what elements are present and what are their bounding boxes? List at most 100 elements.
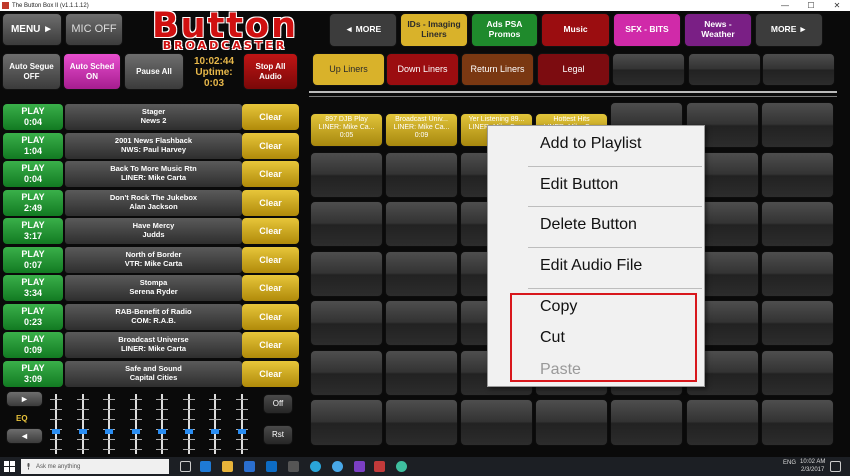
play-button[interactable]: PLAY 3:09 xyxy=(3,360,63,387)
empty-audio-button[interactable] xyxy=(535,399,608,446)
mic-off-button[interactable]: MIC OFF xyxy=(65,13,123,46)
clear-button[interactable]: Clear xyxy=(242,161,299,187)
auto-sched-button[interactable]: Auto Sched ON xyxy=(63,53,121,90)
taskbar-search-box[interactable]: Ask me anything xyxy=(21,459,169,474)
clear-button[interactable]: Clear xyxy=(242,218,299,244)
minimize-button[interactable]: — xyxy=(776,0,794,11)
empty-subcategory-tab[interactable] xyxy=(688,53,761,86)
close-button[interactable]: ✕ xyxy=(828,0,846,11)
slider-knob[interactable] xyxy=(131,429,140,434)
empty-audio-button[interactable] xyxy=(310,350,383,396)
eq-reset-button[interactable]: Rst xyxy=(263,425,293,445)
windows-start-icon[interactable] xyxy=(4,461,15,472)
eq-slider[interactable] xyxy=(128,394,144,454)
slider-knob[interactable] xyxy=(158,429,166,434)
play-button[interactable]: PLAY 2:49 xyxy=(3,189,63,216)
settings-icon[interactable] xyxy=(288,461,299,472)
eq-slider[interactable] xyxy=(207,394,223,454)
category-tab[interactable]: SFX - BITS xyxy=(613,13,681,47)
empty-audio-button[interactable] xyxy=(310,300,383,346)
store-icon[interactable] xyxy=(244,461,255,472)
category-tab[interactable]: IDs - Imaging Liners xyxy=(400,13,468,47)
clear-button[interactable]: Clear xyxy=(242,275,299,301)
clear-button[interactable]: Clear xyxy=(242,360,299,387)
empty-audio-button[interactable] xyxy=(686,399,759,446)
system-clock[interactable]: 10:02 AM 2/3/2017 xyxy=(800,458,825,474)
app-icon-round[interactable] xyxy=(332,461,343,472)
app-icon-purple[interactable] xyxy=(354,461,365,472)
track-info[interactable]: Back To More Music Rtn LINER: Mike Carta xyxy=(65,161,242,187)
track-info[interactable]: Stompa Serena Ryder xyxy=(65,275,242,301)
track-info[interactable]: Don't Rock The Jukebox Alan Jackson xyxy=(65,189,242,216)
eq-slider[interactable] xyxy=(75,394,91,454)
empty-audio-button[interactable] xyxy=(385,399,458,446)
play-button[interactable]: PLAY 3:34 xyxy=(3,275,63,301)
pause-all-button[interactable]: Pause All xyxy=(124,53,184,90)
eq-slider[interactable] xyxy=(234,394,250,454)
menu-item-add-to-playlist[interactable]: Add to Playlist xyxy=(540,135,641,153)
empty-audio-button[interactable] xyxy=(310,152,383,198)
notifications-icon[interactable] xyxy=(830,461,841,472)
empty-audio-button[interactable] xyxy=(761,201,834,247)
app-icon-teal[interactable] xyxy=(396,461,407,472)
empty-audio-button[interactable] xyxy=(761,350,834,396)
empty-audio-button[interactable] xyxy=(761,102,834,148)
track-info[interactable]: Broadcast Universe LINER: Mike Carta xyxy=(65,332,242,358)
slider-knob[interactable] xyxy=(52,429,60,434)
clear-button[interactable]: Clear xyxy=(242,189,299,216)
eq-off-button[interactable]: Off xyxy=(263,394,293,414)
eq-slider[interactable] xyxy=(48,394,64,454)
subcategory-tab[interactable]: Down Liners xyxy=(386,53,459,86)
play-button[interactable]: PLAY 3:17 xyxy=(3,218,63,244)
track-info[interactable]: Stager News 2 xyxy=(65,104,242,130)
task-view-icon[interactable] xyxy=(180,461,191,472)
clear-button[interactable]: Clear xyxy=(242,303,299,330)
app-icon-blue[interactable] xyxy=(310,461,321,472)
empty-audio-button[interactable] xyxy=(310,201,383,247)
clear-button[interactable]: Clear xyxy=(242,332,299,358)
outlook-icon[interactable] xyxy=(266,461,277,472)
play-button[interactable]: PLAY 0:23 xyxy=(3,303,63,330)
play-button[interactable]: PLAY 0:09 xyxy=(3,332,63,358)
eq-slider[interactable] xyxy=(101,394,117,454)
clear-button[interactable]: Clear xyxy=(242,246,299,273)
play-button[interactable]: PLAY 0:04 xyxy=(3,161,63,187)
track-info[interactable]: North of Border VTR: Mike Carta xyxy=(65,246,242,273)
audio-button[interactable]: Broadcast Univ... LINER: Mike Ca... 0:09 xyxy=(385,113,458,147)
slider-knob[interactable] xyxy=(184,429,193,434)
clear-button[interactable]: Clear xyxy=(242,104,299,130)
menu-button[interactable]: MENU ► xyxy=(2,13,62,46)
subcategory-tab[interactable]: Return Liners xyxy=(461,53,534,86)
slider-knob[interactable] xyxy=(105,429,113,434)
track-info[interactable]: Safe and Sound Capital Cities xyxy=(65,360,242,387)
eq-next-button[interactable]: ► xyxy=(6,391,43,407)
empty-audio-button[interactable] xyxy=(310,251,383,297)
empty-audio-button[interactable] xyxy=(310,399,383,446)
track-info[interactable]: Have Mercy Judds xyxy=(65,218,242,244)
category-tab[interactable]: News - Weather xyxy=(684,13,752,47)
maximize-button[interactable]: ☐ xyxy=(802,0,820,11)
empty-audio-button[interactable] xyxy=(385,251,458,297)
menu-item-edit-button[interactable]: Edit Button xyxy=(540,176,618,194)
play-button[interactable]: PLAY 0:04 xyxy=(3,104,63,130)
menu-item-delete-button[interactable]: Delete Button xyxy=(540,216,637,234)
category-tab[interactable]: MORE ► xyxy=(755,13,823,47)
menu-item-edit-audio-file[interactable]: Edit Audio File xyxy=(540,257,642,275)
track-info[interactable]: RAB-Benefit of Radio COM: R.A.B. xyxy=(65,303,242,330)
edge-icon[interactable] xyxy=(200,461,211,472)
eq-slider[interactable] xyxy=(154,394,170,454)
clear-button[interactable]: Clear xyxy=(242,132,299,159)
slider-knob[interactable] xyxy=(237,429,246,434)
subcategory-tab[interactable]: Up Liners xyxy=(312,53,385,86)
empty-audio-button[interactable] xyxy=(385,300,458,346)
audio-button[interactable]: 897 DJB Play LINER: Mike Ca... 0:05 xyxy=(310,113,383,147)
empty-audio-button[interactable] xyxy=(385,350,458,396)
category-tab[interactable]: Music xyxy=(541,13,610,47)
empty-audio-button[interactable] xyxy=(460,399,533,446)
language-indicator[interactable]: ENG xyxy=(783,460,796,466)
empty-audio-button[interactable] xyxy=(610,399,683,446)
slider-knob[interactable] xyxy=(78,429,87,434)
empty-audio-button[interactable] xyxy=(385,152,458,198)
empty-audio-button[interactable] xyxy=(761,399,834,446)
eq-prev-button[interactable]: ◄ xyxy=(6,428,43,444)
